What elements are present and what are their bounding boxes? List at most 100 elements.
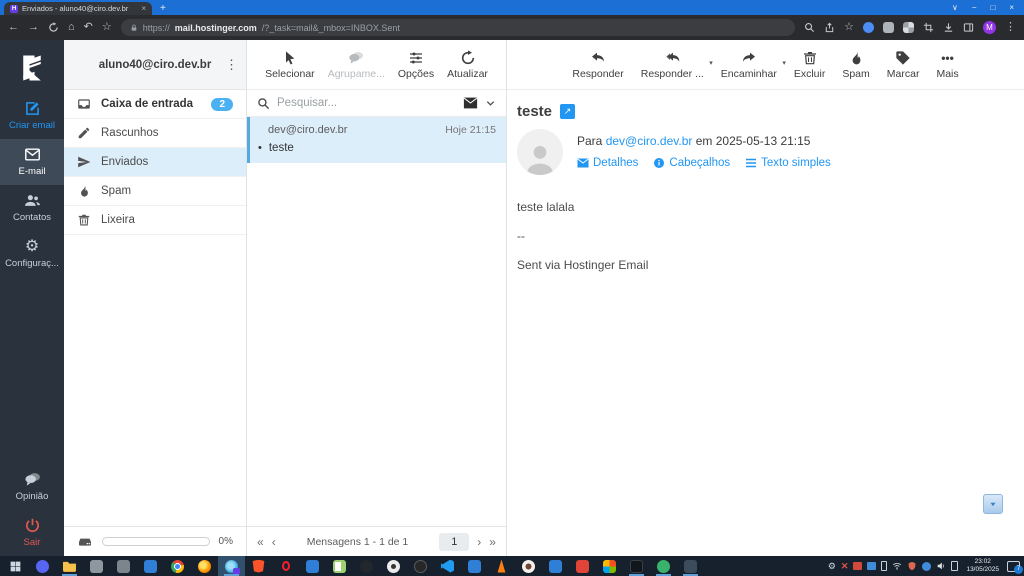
taskbar-icon-brave[interactable] (245, 556, 272, 576)
back-button[interactable]: ← (8, 22, 19, 33)
select-button[interactable]: Selecionar (265, 50, 315, 80)
spam-button[interactable]: Spam (842, 50, 870, 80)
taskbar-icon-app-3[interactable] (137, 556, 164, 576)
tray-shield-icon[interactable] (907, 561, 917, 571)
headers-link[interactable]: Cabeçalhos (653, 157, 730, 169)
tray-phone-icon[interactable] (881, 561, 888, 571)
taskbar-icon-app-9[interactable] (569, 556, 596, 576)
taskbar-icon-obs[interactable] (407, 556, 434, 576)
tray-window-icon[interactable] (867, 562, 877, 570)
taskbar-icon-sync-app[interactable] (650, 556, 677, 576)
taskbar-icon-opera[interactable] (272, 556, 299, 576)
first-page-icon[interactable]: « (257, 536, 264, 548)
reply-button[interactable]: Responder (572, 50, 624, 80)
taskbar-icon-firefox[interactable] (191, 556, 218, 576)
extensions-grid-icon[interactable] (903, 22, 914, 33)
taskbar-icon-discord[interactable] (29, 556, 56, 576)
taskbar-icon-app-6[interactable] (380, 556, 407, 576)
taskbar-icon-app-10[interactable] (596, 556, 623, 576)
folder-drafts[interactable]: Rascunhos (64, 119, 246, 148)
tray-error-icon[interactable]: ✕ (841, 561, 849, 571)
forward-button[interactable]: → (28, 22, 39, 33)
taskbar-icon-vlc[interactable] (488, 556, 515, 576)
recipient-link[interactable]: dev@ciro.dev.br (606, 134, 693, 148)
taskbar-icon-app-5[interactable] (353, 556, 380, 576)
home-button[interactable]: ⌂ (68, 22, 75, 33)
taskbar-icon-chrome[interactable] (164, 556, 191, 576)
group-button[interactable]: Agrupame... (328, 50, 385, 80)
bookmark-star-icon[interactable]: ☆ (102, 22, 112, 33)
download-icon[interactable] (943, 22, 954, 33)
tray-update-icon[interactable] (922, 561, 932, 571)
taskbar-icon-app-7[interactable] (461, 556, 488, 576)
sidebar-item-feedback[interactable]: Opinião (0, 464, 64, 510)
bookmark-icon[interactable]: ☆ (844, 22, 854, 33)
next-page-icon[interactable]: › (477, 536, 481, 548)
taskbar-icon-app-1[interactable] (83, 556, 110, 576)
minimize-icon[interactable]: − (972, 0, 977, 15)
folder-inbox[interactable]: Caixa de entrada 2 (64, 90, 246, 119)
browser-menu-icon[interactable]: ⋮ (1005, 22, 1016, 33)
sidebar-item-email[interactable]: E-mail (0, 139, 64, 185)
forward-caret-icon[interactable]: ▾ (782, 59, 786, 67)
refresh-button[interactable]: Atualizar (447, 49, 488, 80)
taskbar-icon-explorer[interactable] (56, 556, 83, 576)
share-icon[interactable] (824, 22, 835, 33)
zoom-page-icon[interactable] (804, 22, 815, 33)
tray-display-icon[interactable] (853, 562, 863, 570)
folder-trash[interactable]: Lixeira (64, 206, 246, 235)
tab-close-icon[interactable]: × (141, 4, 146, 13)
details-link[interactable]: Detalhes (577, 157, 638, 169)
open-in-new-window-icon[interactable]: ↗ (560, 104, 576, 119)
last-page-icon[interactable]: » (489, 536, 496, 548)
page-number-input[interactable]: 1 (439, 532, 470, 551)
delete-button[interactable]: Excluir (794, 50, 825, 80)
tray-gear-icon[interactable]: ⚙ (828, 561, 836, 571)
address-bar[interactable]: https:// mail.hostinger.com /?_task=mail&_… (120, 19, 796, 36)
maximize-icon[interactable]: □ (990, 0, 995, 15)
taskbar-icon-app-2[interactable] (110, 556, 137, 576)
prev-page-icon[interactable]: ‹ (272, 536, 276, 548)
tray-network-icon[interactable] (892, 561, 902, 571)
profile-avatar[interactable]: M (983, 21, 996, 34)
tray-volume-icon[interactable] (936, 561, 946, 571)
start-button[interactable] (2, 556, 29, 576)
new-tab-button[interactable]: + (160, 2, 166, 15)
notification-center-icon[interactable]: 7 (1007, 560, 1023, 574)
side-panel-icon[interactable] (963, 22, 974, 33)
plain-text-link[interactable]: Texto simples (745, 157, 831, 169)
sidebar-item-compose[interactable]: Criar email (0, 93, 64, 139)
taskbar-icon-java[interactable] (515, 556, 542, 576)
taskbar-clock[interactable]: 23:02 13/05/2025 (963, 558, 1002, 574)
taskbar-icon-notepad[interactable] (326, 556, 353, 576)
folder-sent[interactable]: Enviados (64, 148, 246, 177)
browser-tab[interactable]: H Enviados - aluno40@ciro.dev.br × (4, 2, 152, 15)
search-scope-icon[interactable] (463, 97, 478, 109)
taskbar-icon-app-4[interactable] (299, 556, 326, 576)
mark-button[interactable]: Marcar (887, 50, 919, 80)
sidebar-item-contacts[interactable]: Contatos (0, 185, 64, 231)
reload-button[interactable] (48, 22, 59, 33)
extension-icon-1[interactable] (863, 22, 874, 33)
taskbar-icon-terminal[interactable] (623, 556, 650, 576)
forward-button[interactable]: Encaminhar ▾ (721, 50, 786, 80)
taskbar-icon-app-8[interactable] (542, 556, 569, 576)
account-menu-icon[interactable]: ⋮ (225, 40, 238, 89)
scroll-down-button[interactable] (983, 494, 1003, 514)
options-button[interactable]: Opções (398, 50, 434, 80)
taskbar-icon-vscode[interactable] (434, 556, 461, 576)
reply-all-caret-icon[interactable]: ▾ (709, 59, 713, 67)
window-menu-icon[interactable]: ∨ (952, 0, 958, 15)
close-icon[interactable]: × (1009, 0, 1014, 15)
message-list-item[interactable]: dev@ciro.dev.br Hoje 21:15 • teste (247, 117, 506, 163)
more-button[interactable]: ••• Mais (936, 50, 958, 80)
search-input[interactable] (277, 97, 456, 109)
sidebar-item-logout[interactable]: Sair (0, 510, 64, 556)
folder-spam[interactable]: Spam (64, 177, 246, 206)
taskbar-icon-active-browser[interactable] (218, 556, 245, 576)
sidebar-item-settings[interactable]: ⚙ Configuraç... (0, 231, 64, 277)
history-button[interactable]: ↶ (84, 22, 93, 33)
extension-icon-2[interactable] (883, 22, 894, 33)
tray-usb-icon[interactable] (951, 561, 959, 571)
search-options-chevron-icon[interactable] (485, 98, 496, 109)
